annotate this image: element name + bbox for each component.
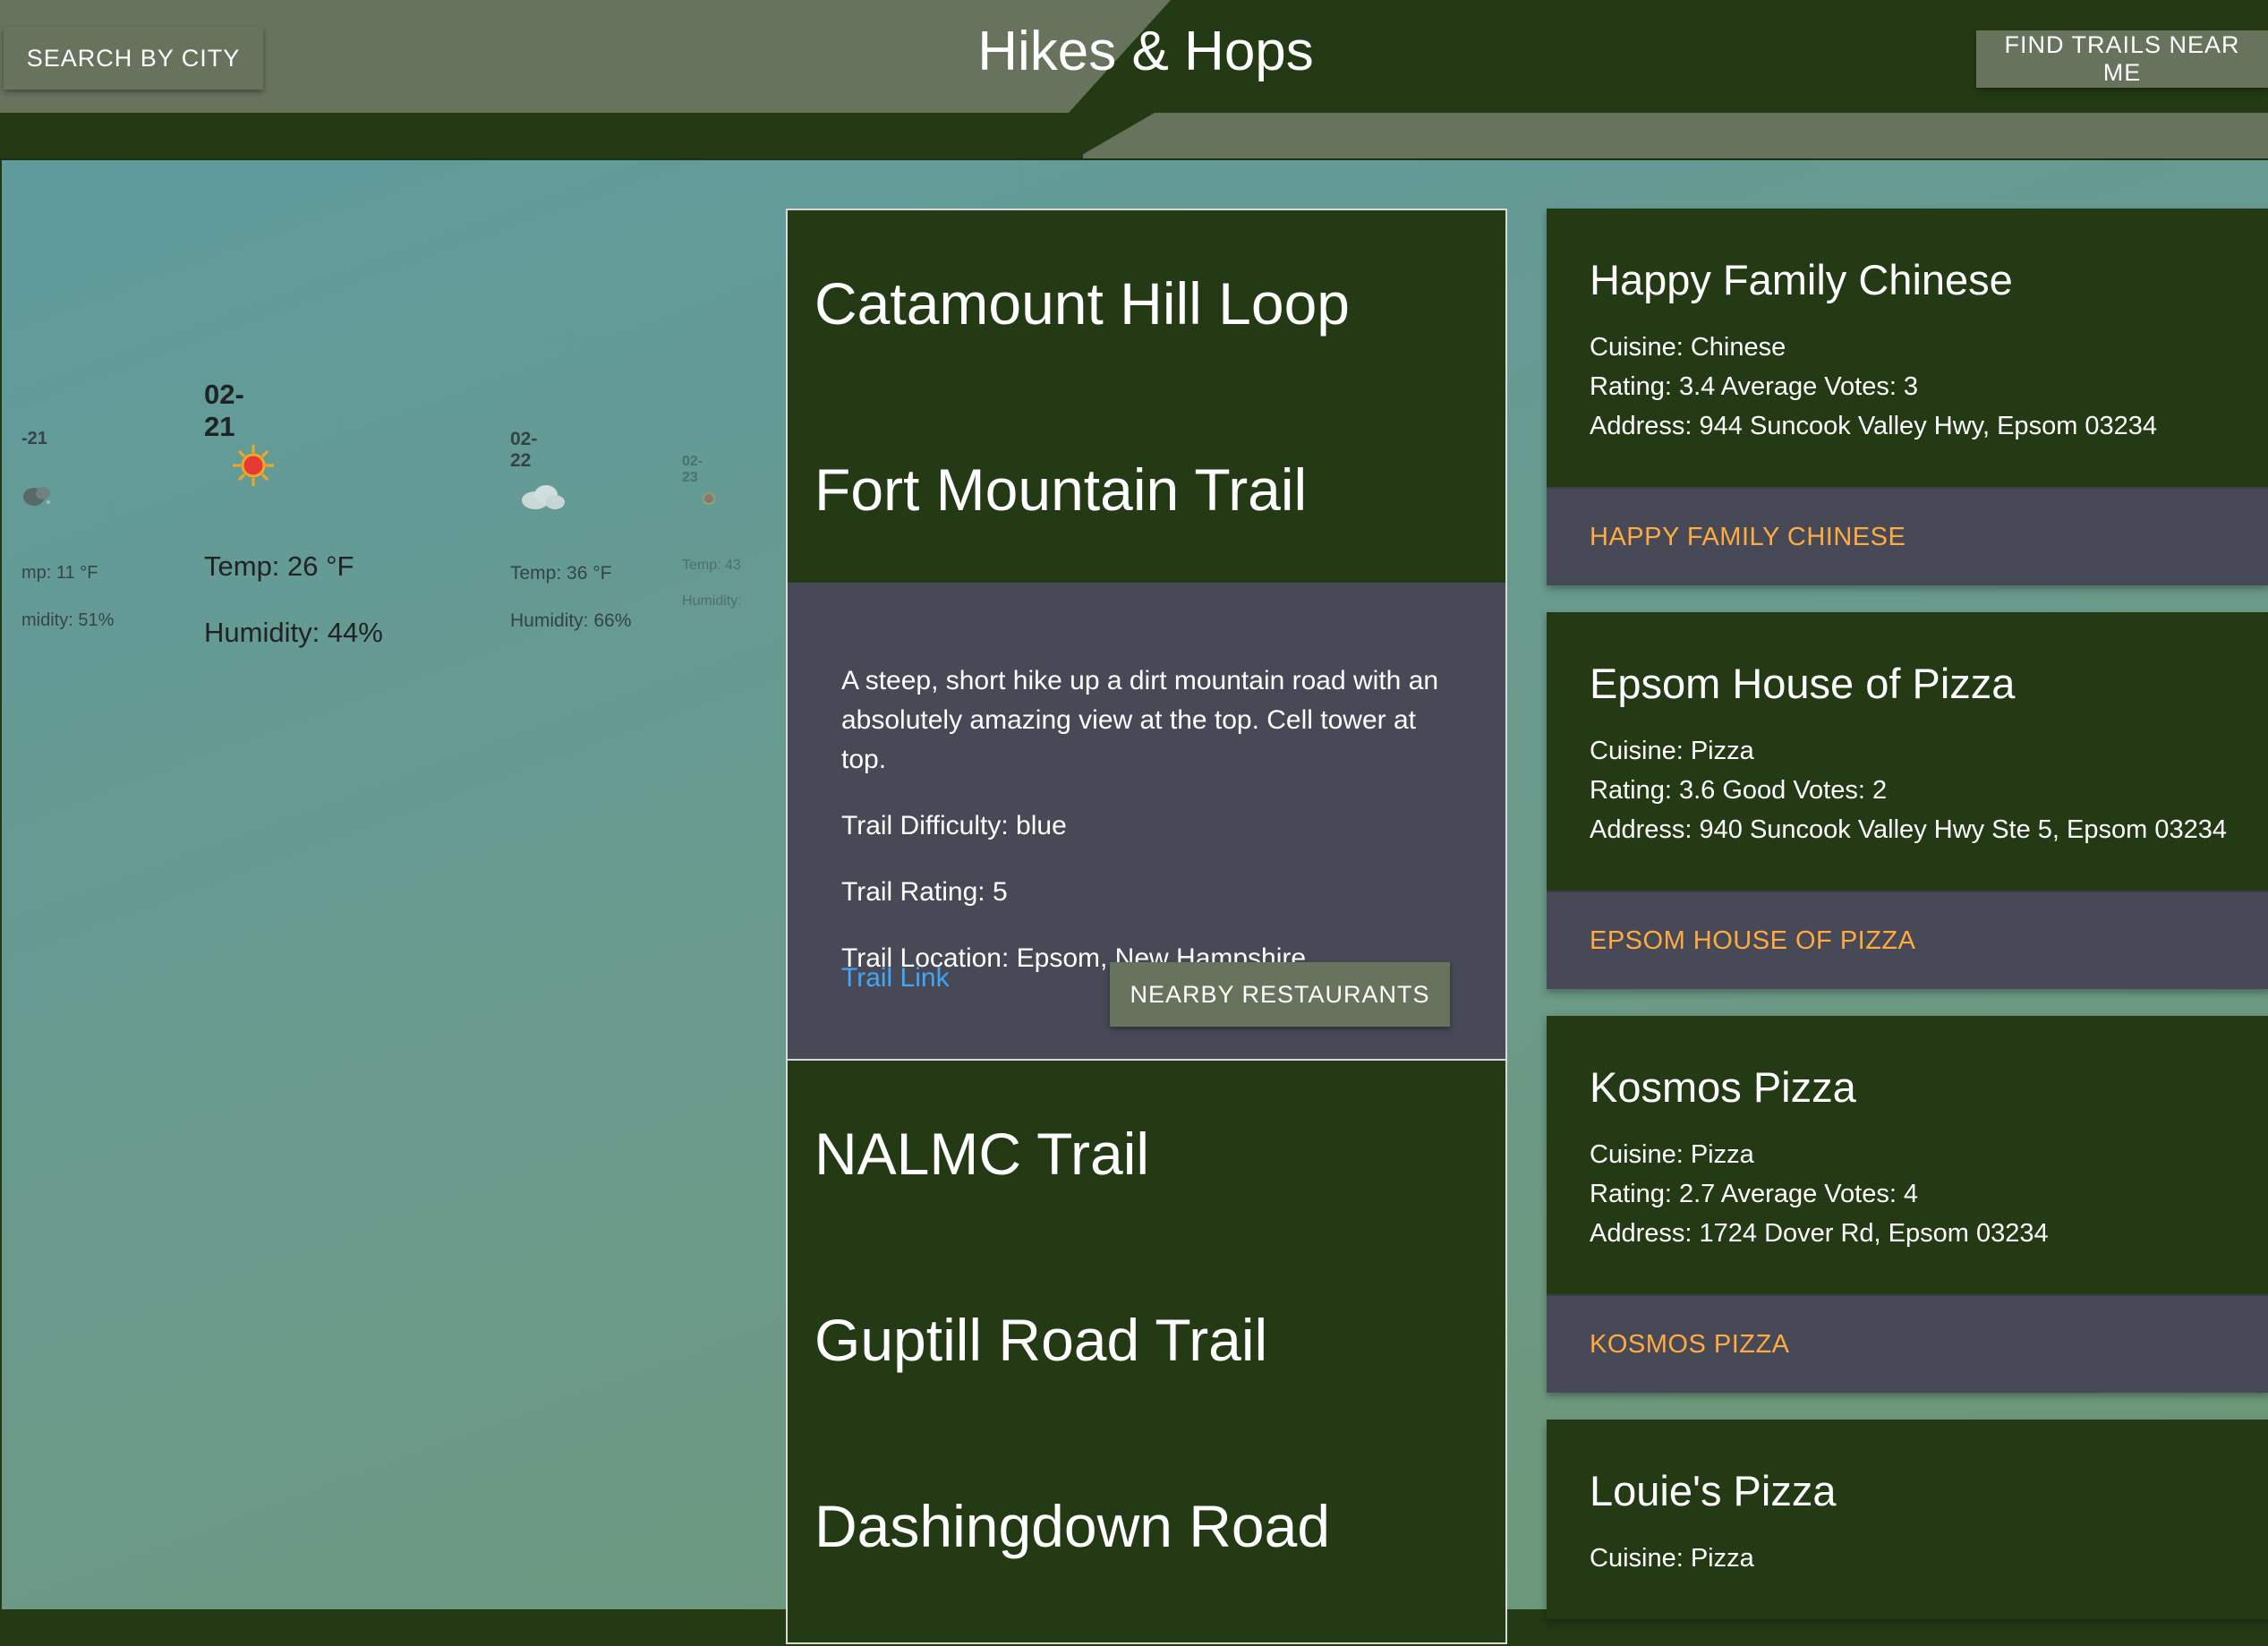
weather-humidity: Humidity:: [682, 593, 742, 609]
restaurant-card: Louie's Pizza Cuisine: Pizza: [1547, 1420, 2268, 1619]
weather-humidity: Humidity: 44%: [204, 617, 383, 648]
restaurant-cuisine: Cuisine: Pizza: [1590, 1140, 1754, 1169]
restaurant-card: Kosmos Pizza Cuisine: Pizza Rating: 2.7 …: [1547, 1016, 2268, 1393]
restaurant-link[interactable]: KOSMOS PIZZA: [1590, 1330, 1790, 1360]
header-stripe: [0, 113, 1083, 158]
trail-rating: Trail Rating: 5: [841, 877, 1008, 907]
cloud-icon: [519, 482, 566, 516]
weather-temp: mp: 11 °F: [21, 563, 98, 583]
trail-item[interactable]: Catamount Hill Loop: [788, 210, 1505, 397]
cloud-rain-icon: [21, 482, 52, 513]
restaurant-card: Epsom House of Pizza Cuisine: Pizza Rati…: [1547, 612, 2268, 989]
weather-temp: Temp: 43: [682, 558, 741, 573]
trail-list: Catamount Hill Loop Fort Mountain Trail …: [786, 209, 1507, 1644]
main-content: -21 mp: 11 °F midity: 51% 02-21 Temp: 26…: [2, 160, 2268, 1644]
restaurant-cuisine: Cuisine: Pizza: [1590, 1544, 1754, 1573]
restaurant-address: Address: 1724 Dover Rd, Epsom 03234: [1590, 1219, 2049, 1248]
restaurant-link[interactable]: EPSOM HOUSE OF PIZZA: [1590, 926, 1916, 956]
trail-item-expanded[interactable]: Fort Mountain Trail: [788, 397, 1505, 583]
weather-humidity: midity: 51%: [21, 610, 115, 630]
trail-item[interactable]: Guptill Road Trail: [788, 1247, 1505, 1433]
restaurant-list: Happy Family Chinese Cuisine: Chinese Ra…: [1547, 209, 2268, 1646]
restaurant-cuisine: Cuisine: Chinese: [1590, 333, 1786, 362]
restaurant-card: Happy Family Chinese Cuisine: Chinese Ra…: [1547, 209, 2268, 585]
trail-description: A steep, short hike up a dirt mountain r…: [841, 666, 1439, 774]
weather-date: -21: [21, 429, 47, 448]
restaurant-address: Address: 944 Suncook Valley Hwy, Epsom 0…: [1590, 412, 2158, 440]
weather-date: 02-21: [204, 379, 244, 442]
restaurant-address: Address: 940 Suncook Valley Hwy Ste 5, E…: [1590, 815, 2227, 844]
weather-date: 02-23: [682, 454, 703, 485]
top-nav: SEARCH BY CITY Hikes & Hops FIND TRAILS …: [0, 0, 2268, 160]
sun-icon: [231, 443, 276, 495]
restaurant-cuisine: Cuisine: Pizza: [1590, 737, 1754, 765]
app-title: Hikes & Hops: [977, 21, 1314, 82]
trail-item[interactable]: Dashingdown Road: [788, 1433, 1505, 1619]
weather-humidity: Humidity: 66%: [510, 610, 632, 631]
weather-date: 02-22: [510, 429, 538, 471]
trail-difficulty: Trail Difficulty: blue: [841, 811, 1067, 840]
restaurant-name: Happy Family Chinese: [1590, 256, 2013, 303]
weather-carousel[interactable]: -21 mp: 11 °F midity: 51% 02-21 Temp: 26…: [2, 160, 780, 966]
weather-temp: Temp: 26 °F: [204, 550, 354, 582]
find-trails-near-me-button[interactable]: FIND TRAILS NEAR ME: [1976, 30, 2268, 88]
weather-temp: Temp: 36 °F: [510, 563, 612, 584]
trail-link[interactable]: Trail Link: [841, 963, 950, 994]
nearby-restaurants-button[interactable]: NEARBY RESTAURANTS: [1110, 962, 1450, 1027]
trail-details: A steep, short hike up a dirt mountain r…: [788, 583, 1505, 1061]
restaurant-rating: Rating: 3.6 Good Votes: 2: [1590, 776, 1888, 805]
restaurant-link[interactable]: HAPPY FAMILY CHINESE: [1590, 523, 1906, 552]
restaurant-name: Epsom House of Pizza: [1590, 660, 2016, 707]
sun-icon: [700, 490, 718, 512]
restaurant-rating: Rating: 2.7 Average Votes: 4: [1590, 1180, 1919, 1208]
restaurant-name: Louie's Pizza: [1590, 1467, 1837, 1514]
search-by-city-button[interactable]: SEARCH BY CITY: [4, 27, 263, 90]
restaurant-rating: Rating: 3.4 Average Votes: 3: [1590, 372, 1919, 401]
trail-item[interactable]: NALMC Trail: [788, 1061, 1505, 1247]
restaurant-name: Kosmos Pizza: [1590, 1063, 1856, 1111]
